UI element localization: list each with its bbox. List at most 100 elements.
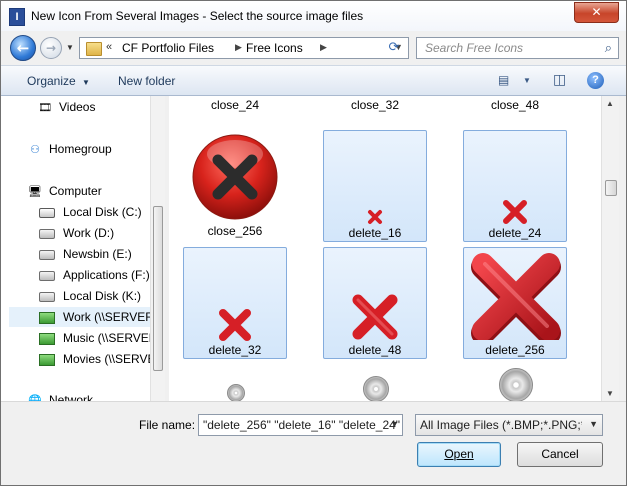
file-item-close-256[interactable]: close_256: [183, 130, 287, 242]
scroll-down-icon[interactable]: ▼: [606, 389, 614, 398]
sidebar-item-label: Network: [49, 393, 94, 401]
forward-button[interactable]: →: [40, 37, 62, 59]
cancel-button[interactable]: Cancel: [517, 442, 603, 467]
sidebar-item-label: Work (\\SERVER): [63, 310, 158, 324]
dialog-footer: File name: "delete_256" "delete_16" "del…: [1, 401, 626, 485]
sidebar-item-local-disk-c[interactable]: Local Disk (C:): [39, 202, 142, 222]
sidebar-item-label: Newsbin (E:): [63, 247, 132, 261]
open-label: Open: [444, 447, 474, 461]
file-type-value: All Image Files (*.BMP;*.PNG;*.ICO;*.JPG…: [420, 418, 582, 432]
file-name-label: File name:: [139, 418, 196, 432]
recent-locations-dropdown[interactable]: ▼: [66, 43, 74, 52]
back-button[interactable]: ←: [10, 35, 36, 61]
sidebar-item-work-server[interactable]: Work (\\SERVER): [9, 307, 158, 327]
folder-icon: [86, 42, 102, 56]
file-item-disc[interactable]: [463, 364, 567, 401]
file-name: close_48: [490, 98, 540, 112]
breadcrumb-free-icons[interactable]: Free Icons: [246, 41, 303, 55]
delete-x-icon: [352, 294, 398, 340]
breadcrumb-separator-icon[interactable]: ▶: [235, 42, 242, 53]
file-list-scrollbar[interactable]: ▲ ▼: [601, 96, 619, 401]
navigation-pane-scrollbar[interactable]: [150, 96, 165, 401]
address-bar[interactable]: « CF Portfolio Files ▶ Free Icons ▶ ▼: [79, 37, 409, 59]
drive-icon: [39, 249, 55, 260]
refresh-icon[interactable]: ⟳: [384, 37, 404, 57]
breadcrumb-overflow[interactable]: «: [106, 41, 112, 53]
file-name: close_24: [210, 98, 260, 112]
delete-x-icon: [503, 200, 527, 224]
file-name: close_256: [207, 224, 263, 238]
file-item-delete-24[interactable]: delete_24: [463, 130, 567, 242]
breadcrumb-separator-icon[interactable]: ▶: [320, 42, 327, 53]
sidebar-item-newsbin-e[interactable]: Newsbin (E:): [39, 244, 132, 264]
preview-pane-icon[interactable]: ◫: [553, 71, 566, 88]
close-round-icon: [192, 134, 278, 220]
sidebar-item-movies-server[interactable]: Movies (\\SERVER): [39, 349, 165, 369]
organize-button[interactable]: Organize ▼: [27, 74, 90, 88]
file-item-delete-48[interactable]: delete_48: [323, 247, 427, 359]
sidebar-item-label: Videos: [59, 100, 96, 114]
file-item-delete-256[interactable]: delete_256: [463, 247, 567, 359]
sidebar-item-work-d[interactable]: Work (D:): [39, 223, 114, 243]
file-name-input[interactable]: "delete_256" "delete_16" "delete_24" "de…: [198, 414, 403, 436]
network-icon: 🌐: [28, 395, 42, 401]
file-item-close-32[interactable]: close_32: [323, 96, 427, 116]
sidebar-item-label: Music (\\SERVER): [63, 331, 162, 345]
change-view-icon[interactable]: ▤: [498, 73, 509, 87]
window-title: New Icon From Several Images - Select th…: [31, 9, 364, 23]
chevron-down-icon[interactable]: ▼: [390, 419, 399, 429]
sidebar-item-label: Local Disk (C:): [63, 205, 142, 219]
open-button[interactable]: Open: [417, 442, 501, 467]
file-item-disc[interactable]: [183, 364, 287, 401]
sidebar-item-applications-f[interactable]: Applications (F:): [39, 265, 150, 285]
sidebar-item-label: Local Disk (K:): [63, 289, 142, 303]
file-open-dialog: I New Icon From Several Images - Select …: [0, 0, 627, 486]
sidebar-item-label: Applications (F:): [63, 268, 150, 282]
file-item-close-48[interactable]: close_48: [463, 96, 567, 116]
file-item-delete-16[interactable]: delete_16: [323, 130, 427, 242]
delete-x-icon: [471, 253, 561, 340]
file-item-delete-32[interactable]: delete_32: [183, 247, 287, 359]
view-options-dropdown-icon[interactable]: ▼: [523, 76, 531, 85]
file-name: delete_16: [348, 226, 402, 240]
file-type-select[interactable]: All Image Files (*.BMP;*.PNG;*.ICO;*.JPG…: [415, 414, 603, 436]
drive-icon: [39, 291, 55, 302]
sidebar-item-computer[interactable]: 🖥 Computer: [27, 181, 102, 201]
sidebar-item-label: Homegroup: [49, 142, 112, 156]
computer-icon: 🖥: [28, 186, 42, 198]
scrollbar-thumb[interactable]: [153, 206, 163, 371]
disc-icon: [499, 368, 533, 401]
search-placeholder: Search Free Icons: [425, 41, 524, 55]
chevron-down-icon: ▼: [82, 78, 90, 87]
file-name: delete_48: [348, 343, 402, 357]
close-button[interactable]: ✕: [574, 2, 619, 23]
organize-label: Organize: [27, 74, 76, 88]
file-item-disc[interactable]: [323, 364, 427, 401]
file-name: delete_32: [208, 343, 262, 357]
breadcrumb-cf-portfolio-files[interactable]: CF Portfolio Files: [122, 41, 214, 55]
disc-icon: [227, 384, 245, 401]
sidebar-item-local-disk-k[interactable]: Local Disk (K:): [39, 286, 141, 306]
sidebar-item-network[interactable]: 🌐 Network: [27, 390, 93, 401]
file-item-close-24[interactable]: close_24: [183, 96, 287, 116]
sidebar-item-homegroup[interactable]: ⚇ Homegroup: [27, 139, 112, 159]
new-folder-button[interactable]: New folder: [118, 74, 175, 88]
sidebar-item-label: Computer: [49, 184, 102, 198]
homegroup-icon: ⚇: [30, 144, 40, 156]
search-icon[interactable]: ⌕: [605, 40, 612, 56]
sidebar-item-music-server[interactable]: Music (\\SERVER): [39, 328, 161, 348]
network-drive-icon: [39, 332, 55, 345]
scroll-up-icon[interactable]: ▲: [606, 99, 614, 108]
video-icon: 🎞: [38, 102, 52, 114]
scrollbar-thumb[interactable]: [605, 180, 617, 196]
command-bar: Organize ▼ New folder ▤ ▼ ◫ ?: [1, 65, 626, 96]
network-drive-icon: [39, 353, 55, 366]
sidebar-item-videos[interactable]: 🎞 Videos: [37, 97, 95, 117]
file-name: delete_24: [488, 226, 542, 240]
search-input[interactable]: Search Free Icons ⌕: [416, 37, 619, 59]
file-name: close_32: [350, 98, 400, 112]
drive-icon: [39, 270, 55, 281]
chevron-down-icon: ▼: [589, 419, 598, 429]
help-icon[interactable]: ?: [587, 72, 604, 89]
network-drive-icon: [39, 311, 55, 324]
